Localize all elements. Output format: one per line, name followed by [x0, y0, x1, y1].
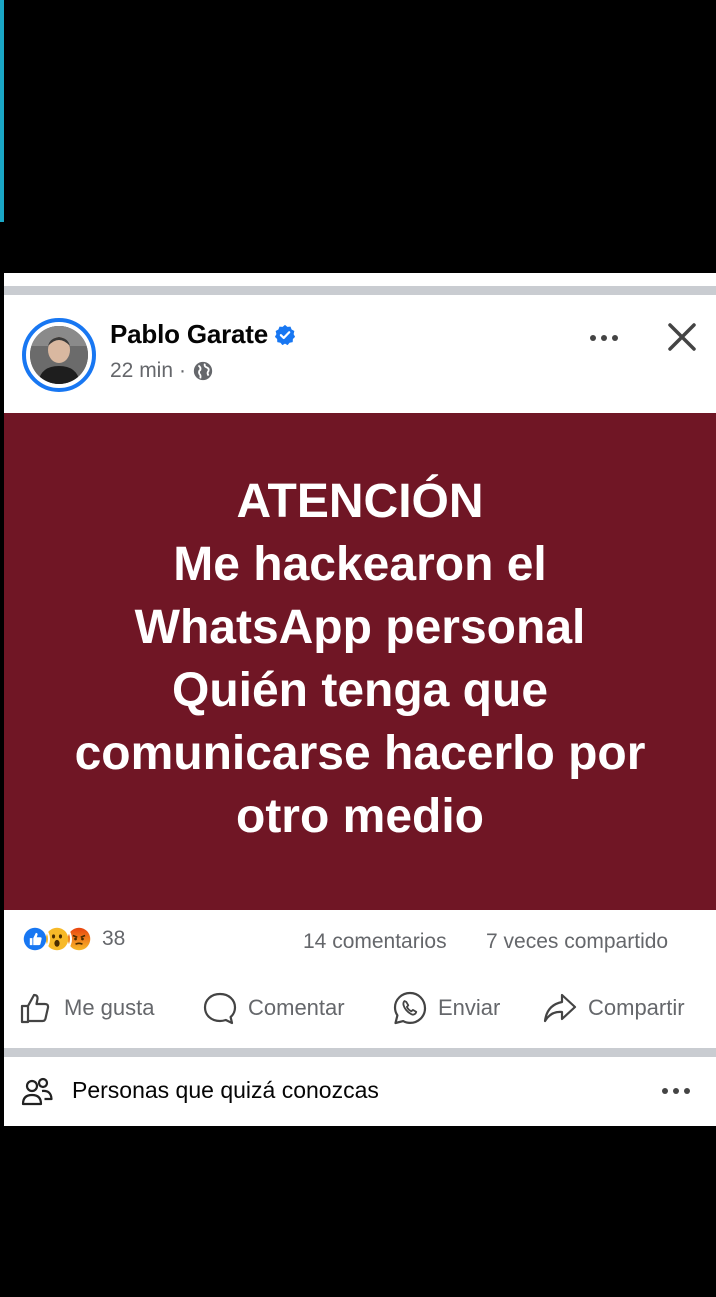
comment-label: Comentar	[248, 995, 345, 1020]
share-label: Compartir	[588, 995, 685, 1020]
bottom-black-area	[0, 1126, 716, 1297]
people-icon	[21, 1077, 53, 1106]
globe-icon	[193, 361, 213, 381]
banner-line: ATENCIÓN	[236, 474, 484, 528]
author-name[interactable]: Pablo Garate	[110, 319, 268, 350]
banner-line: Quién tenga que	[171, 663, 549, 717]
people-you-may-know-header: Personas que quizá conozcas	[4, 1057, 716, 1126]
like-button[interactable]: Me gusta	[18, 990, 155, 1026]
comments-count[interactable]: 14 comentarios	[303, 930, 447, 954]
more-options-icon[interactable]	[654, 1079, 698, 1103]
share-arrow-icon	[543, 993, 577, 1023]
post-time[interactable]: 22 min	[110, 359, 173, 383]
like-icon	[20, 924, 50, 954]
post-stats: 38 14 comentarios 7 veces compartido	[4, 910, 716, 972]
banner-line: comunicarse hacerlo por	[74, 726, 646, 780]
banner-line: otro medio	[236, 789, 484, 843]
comment-button[interactable]: Comentar	[202, 990, 345, 1026]
post-actions: Me gusta Comentar Enviar Compartir	[4, 972, 716, 1048]
comment-icon	[203, 992, 237, 1025]
feed-separator	[4, 286, 716, 295]
meta-separator: ·	[179, 359, 187, 382]
send-label: Enviar	[438, 995, 501, 1020]
avatar-photo	[30, 326, 88, 384]
send-button[interactable]: Enviar	[392, 990, 500, 1026]
verified-badge-icon	[274, 324, 296, 345]
feed-separator	[4, 1048, 716, 1057]
close-icon[interactable]	[660, 315, 704, 359]
banner-text: ATENCIÓN Me hackearon el WhatsApp person…	[75, 470, 646, 848]
banner-line: WhatsApp personal	[134, 600, 586, 654]
facebook-post: Pablo Garate 22 min · ATENCIÓN Me hackea…	[4, 273, 716, 1126]
post-header: Pablo Garate 22 min ·	[4, 295, 716, 413]
reactions-summary[interactable]: 38	[20, 924, 125, 954]
left-edge-accent	[0, 0, 4, 222]
banner-line: Me hackearon el	[173, 537, 547, 591]
shares-count[interactable]: 7 veces compartido	[486, 930, 668, 954]
reaction-count: 38	[102, 927, 126, 950]
pymk-title: Personas que quizá conozcas	[72, 1077, 379, 1103]
share-button[interactable]: Compartir	[542, 990, 685, 1026]
more-options-icon[interactable]	[582, 323, 626, 353]
top-black-area	[0, 0, 716, 273]
whatsapp-icon	[393, 991, 427, 1025]
author-avatar[interactable]	[22, 318, 96, 392]
post-text-banner[interactable]: ATENCIÓN Me hackearon el WhatsApp person…	[4, 413, 716, 910]
like-label: Me gusta	[64, 995, 155, 1020]
thumbs-up-icon	[20, 993, 50, 1024]
